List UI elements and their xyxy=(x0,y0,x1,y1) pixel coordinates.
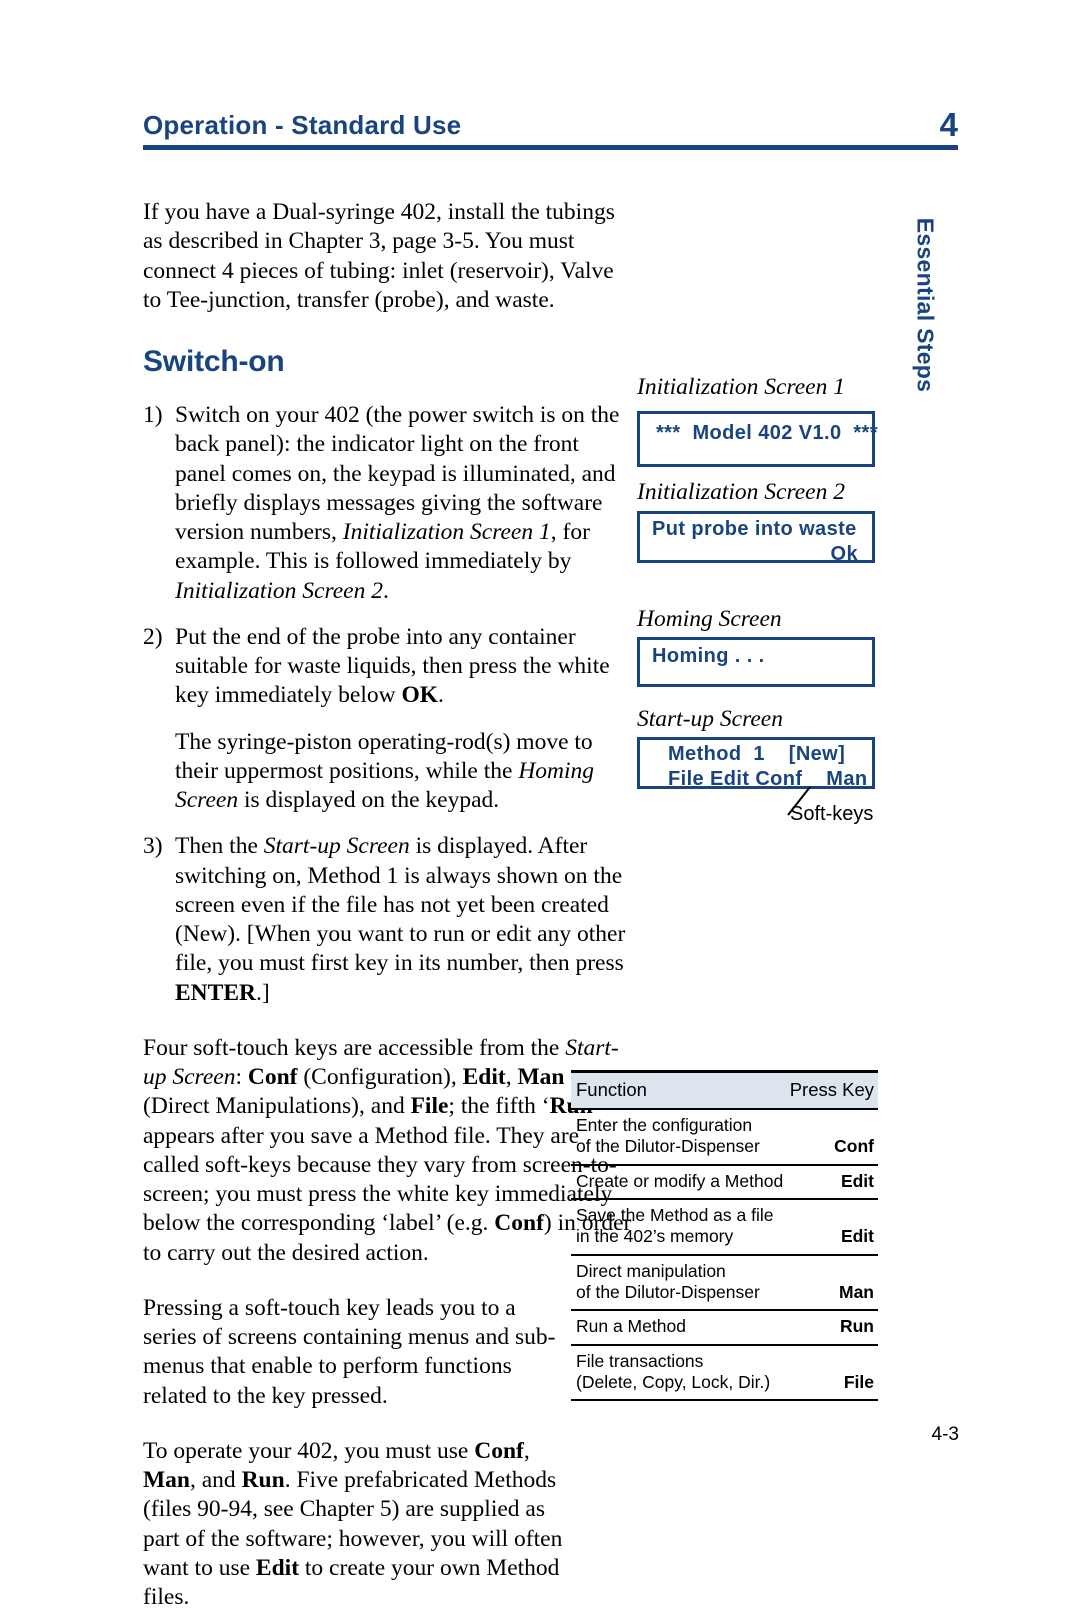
softkeys-bold-man: Man xyxy=(517,1064,565,1090)
lcd-init-1-line-1: *** Model 402 V1.0 *** xyxy=(656,422,878,444)
table-row: Create or modify a Method Edit xyxy=(571,1163,878,1200)
step-3-italic-a: Start-up Screen xyxy=(263,833,410,860)
lcd-startup-line-1: Method 1 [New] xyxy=(668,743,846,765)
table-cell-key: Edit xyxy=(787,1198,878,1255)
table-cell-key: Conf xyxy=(787,1108,878,1165)
table-cell-function: File transactions (Delete, Copy, Lock, D… xyxy=(571,1343,788,1402)
softkeys-text-c: (Configuration), xyxy=(297,1064,463,1090)
step-1-italic-a: Initialization Screen 1 xyxy=(342,519,551,545)
figure-caption-homing: Homing Screen xyxy=(637,606,782,632)
table-cell-line: Enter the configuration xyxy=(576,1115,753,1135)
step-2-text-b: . xyxy=(438,682,444,709)
softkeys-text-a: Four soft-touch keys are accessible from… xyxy=(143,1034,566,1061)
step-2-followup-text-b: is displayed on the keypad. xyxy=(238,787,500,813)
table-cell-line: Create or modify a Method xyxy=(576,1170,784,1191)
step-1: 1) Switch on your 402 (the power switch i… xyxy=(143,401,633,606)
lcd-screen-init-2: Put probe into waste Ok xyxy=(637,511,875,565)
step-2: 2) Put the end of the probe into any cont… xyxy=(143,623,633,711)
table-cell-function: Run a Method xyxy=(571,1309,788,1345)
table-cell-line: of the Dilutor-Dispenser xyxy=(576,1136,760,1157)
pressing-paragraph: Pressing a soft-touch key leads you to a… xyxy=(143,1294,556,1409)
table-cell-function: Direct manipulation of the Dilutor-Dispe… xyxy=(571,1253,788,1311)
operate-bold-edit: Edit xyxy=(255,1554,300,1581)
operate-bold-run: Run xyxy=(241,1467,285,1493)
table-header-function: Function xyxy=(571,1070,788,1109)
table-cell-key: Edit xyxy=(787,1163,878,1200)
operate-text-c: , and xyxy=(190,1467,242,1493)
side-tab-label: Essential Steps xyxy=(912,217,939,393)
step-3-text-a: Then the xyxy=(175,833,264,860)
page-number: 4-3 xyxy=(931,1424,959,1445)
softkeys-bold-edit: Edit xyxy=(462,1064,506,1090)
function-key-table: Function Press Key Enter the configurati… xyxy=(571,1070,878,1402)
lcd-init-2-softkey-ok: Ok xyxy=(830,543,858,565)
table-cell-key: Run xyxy=(787,1309,878,1345)
step-3-text-c: .] xyxy=(255,979,270,1006)
softkeys-bold-conf2: Conf xyxy=(494,1210,544,1237)
intro-paragraph: If you have a Dual-syringe 402, install … xyxy=(143,199,615,313)
lcd-homing-line-1: Homing . . . xyxy=(652,645,765,667)
figure-caption-startup: Start-up Screen xyxy=(637,706,783,732)
table-row: Save the Method as a file in the 402’s m… xyxy=(571,1198,878,1255)
softkeys-text-e: (Direct Manipulations), and xyxy=(143,1093,411,1120)
step-1-text-c: . xyxy=(383,577,389,604)
lcd-init-2-line-1: Put probe into waste xyxy=(652,518,857,540)
table-cell-line: in the 402’s memory xyxy=(576,1226,734,1247)
step-2-bold-ok: OK xyxy=(401,682,439,709)
table-cell-line: Run a Method xyxy=(576,1316,686,1337)
table-cell-function: Enter the configuration of the Dilutor-D… xyxy=(571,1108,788,1165)
table-row: Direct manipulation of the Dilutor-Dispe… xyxy=(571,1253,878,1311)
step-3-bold-enter: ENTER xyxy=(175,979,256,1006)
lcd-screen-homing: Homing . . . xyxy=(637,637,875,687)
page-title: Operation - Standard Use xyxy=(143,110,462,140)
section-heading-switch-on: Switch-on xyxy=(143,345,285,378)
operate-paragraph: To operate your 402, you must use Conf, … xyxy=(143,1437,573,1612)
step-1-italic-b: Initialization Screen 2 xyxy=(175,577,383,604)
page-header: Operation - Standard Use 4 xyxy=(143,108,958,150)
softkeys-callout-label: Soft-keys xyxy=(790,803,874,825)
table-row: Run a Method Run xyxy=(571,1309,878,1345)
step-2-followup: The syringe-piston operating-rod(s) move… xyxy=(143,728,633,816)
softkeys-bold-conf: Conf xyxy=(247,1064,298,1090)
table-cell-function: Create or modify a Method xyxy=(571,1163,788,1200)
page-footer: 4-3 xyxy=(0,1424,959,1446)
lcd-screen-init-1: *** Model 402 V1.0 *** xyxy=(637,411,878,467)
lcd-startup-softkeys: File Edit Conf Man xyxy=(668,768,868,790)
table-cell-key: File xyxy=(787,1343,878,1402)
table-cell-key: Man xyxy=(787,1253,878,1311)
softkeys-bold-file: File xyxy=(410,1093,449,1120)
table-cell-line: Direct manipulation xyxy=(576,1260,726,1281)
table-cell-line: Save the Method as a file xyxy=(576,1205,774,1226)
step-2-text-a: Put the end of the probe into any contai… xyxy=(175,623,610,709)
table-cell-line: File transactions xyxy=(576,1350,704,1371)
body-text-column: If you have a Dual-syringe 402, install … xyxy=(143,198,633,1612)
step-3: 3) Then the Start-up Screen is displayed.… xyxy=(143,832,633,1008)
table-header-press-key: Press Key xyxy=(787,1070,878,1109)
table-row: Enter the configuration of the Dilutor-D… xyxy=(571,1108,878,1165)
table-cell-line: of the Dilutor-Dispenser xyxy=(576,1282,760,1303)
lcd-screen-startup: Method 1 [New] File Edit Conf Man xyxy=(637,737,875,790)
step-2-number: 2) xyxy=(143,623,163,650)
operate-bold-man: Man xyxy=(143,1467,190,1493)
figure-caption-init-2: Initialization Screen 2 xyxy=(637,479,845,505)
figure-caption-init-1: Initialization Screen 1 xyxy=(637,374,845,400)
softkeys-paragraph: Four soft-touch keys are accessible from… xyxy=(143,1034,633,1268)
softkeys-text-b: : xyxy=(235,1064,248,1090)
table-header-row: Function Press Key xyxy=(571,1070,878,1109)
softkeys-text-f: ; the fifth ‘ xyxy=(448,1093,550,1120)
table-cell-line: (Delete, Copy, Lock, Dir.) xyxy=(576,1372,771,1393)
chapter-number: 4 xyxy=(939,106,958,143)
step-3-number: 3) xyxy=(143,833,163,860)
side-tab: Essential Steps xyxy=(905,195,945,415)
softkeys-text-d: , xyxy=(505,1064,518,1090)
table-cell-function: Save the Method as a file in the 402’s m… xyxy=(571,1198,788,1255)
table-row: File transactions (Delete, Copy, Lock, D… xyxy=(571,1343,878,1402)
step-1-number: 1) xyxy=(143,402,163,428)
